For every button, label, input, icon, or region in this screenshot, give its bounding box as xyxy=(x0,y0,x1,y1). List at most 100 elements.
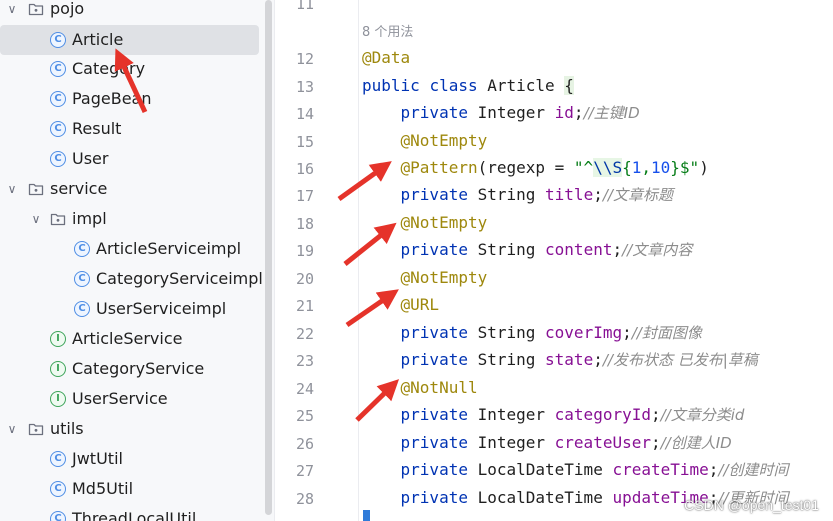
code-token: String xyxy=(477,350,546,369)
code-token: private xyxy=(362,185,478,204)
line-number: 12 xyxy=(295,50,314,68)
watermark: CSDN @open_test01 xyxy=(684,497,819,513)
project-tree-scrollbar-thumb[interactable] xyxy=(265,0,272,515)
tree-item-impl[interactable]: ∨ impl xyxy=(0,204,262,234)
line-number: 15 xyxy=(295,133,314,151)
chevron-down-icon[interactable]: ∨ xyxy=(5,174,19,204)
code-token: ; xyxy=(650,433,661,452)
code-token: Integer xyxy=(477,433,555,452)
tree-item-pagebean[interactable]: C PageBean xyxy=(0,84,262,114)
tree-item-categoryservice[interactable]: I CategoryService xyxy=(0,354,262,384)
folder-icon xyxy=(50,211,66,227)
code-line[interactable]: @NotNull xyxy=(362,376,478,400)
code-line[interactable]: @Pattern(regexp = "^\\S{1,10}$") xyxy=(362,156,709,180)
gutter-separator xyxy=(358,0,359,521)
code-token: Integer xyxy=(477,103,555,122)
tree-item-jwtutil[interactable]: C JwtUtil xyxy=(0,444,262,474)
usages-hint[interactable]: 8 个用法 xyxy=(362,21,413,40)
code-token: , xyxy=(641,158,652,177)
class-c-icon: C xyxy=(50,151,66,167)
project-tree: ∨ pojo C Article C Category C PageBean C Result C U… xyxy=(0,0,262,521)
code-token: coverImg xyxy=(545,323,623,342)
line-number: 16 xyxy=(295,160,314,178)
chevron-down-icon[interactable]: ∨ xyxy=(29,204,43,234)
code-token: LocalDateTime xyxy=(477,488,613,507)
line-number: 11 xyxy=(295,0,314,13)
tree-item-label: impl xyxy=(72,209,107,228)
tree-item-userserviceimpl[interactable]: C UserServiceimpl xyxy=(0,294,262,324)
code-token: LocalDateTime xyxy=(477,460,613,479)
tree-item-categoryserviceimpl[interactable]: C CategoryServiceimpl xyxy=(0,264,262,294)
code-line[interactable]: private String coverImg;//封面图像 xyxy=(362,321,702,345)
tree-item-userservice[interactable]: I UserService xyxy=(0,384,262,414)
tree-item-user[interactable]: C User xyxy=(0,144,262,174)
code-token: Integer xyxy=(477,405,555,424)
class-c-icon: C xyxy=(50,91,66,107)
tree-item-result[interactable]: C Result xyxy=(0,114,262,144)
code-line[interactable]: @NotEmpty xyxy=(362,266,488,290)
code-line[interactable]: public class Article { xyxy=(362,74,574,98)
chevron-down-icon[interactable]: ∨ xyxy=(5,414,19,444)
code-token: ; xyxy=(708,460,719,479)
code-token: private xyxy=(362,103,478,122)
code-line[interactable]: private Integer id;//主键ID xyxy=(362,101,640,125)
code-line[interactable]: private String title;//文章标题 xyxy=(362,183,673,207)
code-line[interactable]: private Integer categoryId;//文章分类id xyxy=(362,403,745,427)
code-line[interactable]: @NotEmpty xyxy=(362,211,488,235)
code-token: //主键ID xyxy=(583,104,640,122)
line-number: 18 xyxy=(295,215,314,233)
code-token: ; xyxy=(593,185,603,204)
line-number: 21 xyxy=(295,297,314,315)
class-c-icon: C xyxy=(50,511,66,521)
code-editor[interactable]: 8 个用法 11 12 @Data 13 public class Article {1… xyxy=(275,0,833,521)
tree-item-articleservice[interactable]: I ArticleService xyxy=(0,324,262,354)
code-token: @NotNull xyxy=(362,378,478,397)
folder-icon xyxy=(28,181,44,197)
code-token: private xyxy=(362,350,478,369)
project-tree-scrollbar[interactable] xyxy=(262,0,274,521)
code-token: ; xyxy=(593,350,603,369)
tree-item-article[interactable]: C Article xyxy=(0,25,259,55)
code-token: @NotEmpty xyxy=(362,131,488,150)
code-token: ) xyxy=(699,158,709,177)
tree-item-md5util[interactable]: C Md5Util xyxy=(0,474,262,504)
tree-item-threadlocalutil[interactable]: C ThreadLocalUtil xyxy=(0,504,262,521)
folder-icon xyxy=(28,1,44,17)
class-c-icon: C xyxy=(50,61,66,77)
code-token: @NotEmpty xyxy=(362,268,488,287)
class-c-icon: C xyxy=(50,32,66,48)
tree-item-label: ThreadLocalUtil xyxy=(72,509,197,521)
tree-item-label: User xyxy=(72,149,109,168)
chevron-down-icon[interactable]: ∨ xyxy=(5,0,19,24)
line-number: 19 xyxy=(295,242,314,260)
tree-item-articleserviceimpl[interactable]: C ArticleServiceimpl xyxy=(0,234,262,264)
code-line[interactable]: private LocalDateTime createTime;//创建时间 xyxy=(362,458,789,482)
code-line[interactable]: private String state;//发布状态 已发布|草稿 xyxy=(362,348,758,372)
tree-item-pojo[interactable]: ∨ pojo xyxy=(0,0,262,24)
code-line[interactable]: private String content;//文章内容 xyxy=(362,238,693,262)
code-token: @URL xyxy=(362,295,440,314)
interface-i-icon: I xyxy=(50,361,66,377)
tree-item-label: ArticleService xyxy=(72,329,183,348)
tree-item-label: UserServiceimpl xyxy=(96,299,227,318)
line-number: 27 xyxy=(295,462,314,480)
code-token: { xyxy=(622,158,632,177)
tree-item-category[interactable]: C Category xyxy=(0,54,262,84)
tree-item-service[interactable]: ∨ service xyxy=(0,174,262,204)
tree-item-label: Md5Util xyxy=(72,479,134,498)
code-token: public xyxy=(362,76,430,95)
code-token: categoryId xyxy=(554,405,651,424)
code-token: \\S xyxy=(593,158,623,177)
tree-item-utils[interactable]: ∨ utils xyxy=(0,414,262,444)
code-token: //文章内容 xyxy=(622,241,693,259)
code-line[interactable]: @NotEmpty xyxy=(362,129,488,153)
code-token: createUser xyxy=(554,433,651,452)
code-token: ; xyxy=(573,103,584,122)
code-line[interactable]: @Data xyxy=(362,46,410,70)
tree-item-label: UserService xyxy=(72,389,168,408)
interface-i-icon: I xyxy=(50,331,66,347)
code-line[interactable]: private Integer createUser;//创建人ID xyxy=(362,431,732,455)
code-token: class xyxy=(429,76,488,95)
code-line[interactable]: @URL xyxy=(362,293,440,317)
code-token: ; xyxy=(650,405,661,424)
